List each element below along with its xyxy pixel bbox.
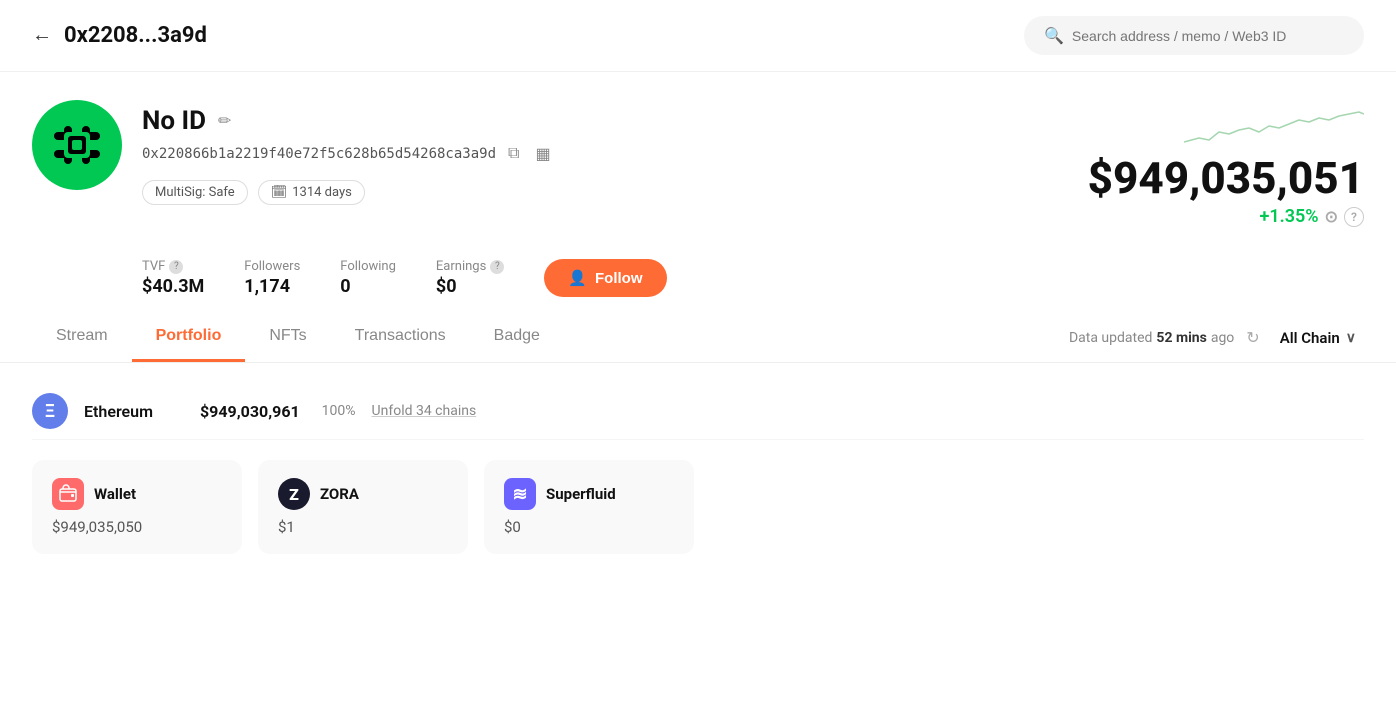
profile-address-row: 0x220866b1a2219f40e72f5c628b65d54268ca3a… xyxy=(142,142,555,166)
tab-nfts[interactable]: NFTs xyxy=(245,313,330,362)
profile-info: No ID ✏ 0x220866b1a2219f40e72f5c628b65d5… xyxy=(142,100,555,205)
tab-stream[interactable]: Stream xyxy=(32,313,132,362)
back-button[interactable]: ← xyxy=(32,24,52,47)
earnings-help-icon[interactable]: ? xyxy=(490,260,504,274)
data-updated-suffix: ago xyxy=(1211,330,1234,346)
calendar-icon: 🗓 xyxy=(271,185,288,200)
wallet-protocol-name: Wallet xyxy=(94,485,136,503)
portfolio-content: Ξ Ethereum $949,030,961 100% Unfold 34 c… xyxy=(0,363,1396,574)
edit-name-button[interactable]: ✏ xyxy=(214,109,235,133)
protocol-card-wallet: Wallet $949,035,050 xyxy=(32,460,242,554)
superfluid-protocol-name: Superfluid xyxy=(546,485,616,503)
chevron-down-icon: ∨ xyxy=(1346,330,1356,346)
stat-earnings-label: Earnings ? xyxy=(436,259,504,274)
tab-badge[interactable]: Badge xyxy=(470,313,564,362)
stat-tvf-value: $40.3M xyxy=(142,276,204,297)
chevron-down-circle-icon[interactable]: ⊙ xyxy=(1325,207,1338,226)
search-icon: 🔍 xyxy=(1044,26,1064,45)
chain-pct: 100% xyxy=(322,403,356,419)
qr-icon: ▦ xyxy=(535,146,550,163)
stat-earnings: Earnings ? $0 xyxy=(436,259,504,297)
copy-address-button[interactable]: ⧉ xyxy=(504,143,523,165)
stat-tvf: TVF ? $40.3M xyxy=(142,259,204,297)
total-value: $949,035,051 xyxy=(1088,156,1364,200)
protocol-card-superfluid: ≋ Superfluid $0 xyxy=(484,460,694,554)
value-change: +1.35% ⊙ ? xyxy=(1259,206,1364,227)
chain-name: Ethereum xyxy=(84,402,184,421)
data-updated: Data updated 52 mins ago xyxy=(1069,330,1234,346)
data-updated-prefix: Data updated xyxy=(1069,330,1152,346)
profile-name: No ID xyxy=(142,106,206,136)
zora-logo: Z xyxy=(278,478,310,510)
days-badge: 🗓 1314 days xyxy=(258,180,365,205)
follow-btn-label: Follow xyxy=(595,270,643,287)
refresh-icon[interactable]: ↻ xyxy=(1246,328,1259,347)
protocol-cards: Wallet $949,035,050 Z ZORA $1 ≋ Superflu… xyxy=(32,460,1364,554)
stat-following: Following 0 xyxy=(340,259,396,297)
tabs-section: Stream Portfolio NFTs Transactions Badge… xyxy=(0,313,1396,363)
tab-transactions[interactable]: Transactions xyxy=(331,313,470,362)
chain-selector-label: All Chain xyxy=(1280,329,1340,347)
zora-protocol-value: $1 xyxy=(278,518,448,536)
protocol-wallet-header: Wallet xyxy=(52,478,222,510)
stat-following-value: 0 xyxy=(340,276,396,297)
chain-row: Ξ Ethereum $949,030,961 100% Unfold 34 c… xyxy=(32,383,1364,440)
days-badge-label: 1314 days xyxy=(292,185,352,200)
protocol-superfluid-header: ≋ Superfluid xyxy=(504,478,674,510)
data-updated-mins: 52 mins xyxy=(1156,330,1206,346)
ethereum-logo: Ξ xyxy=(32,393,68,429)
badge-row: MultiSig: Safe 🗓 1314 days xyxy=(142,180,555,205)
search-input[interactable] xyxy=(1072,28,1344,44)
profile-section: No ID ✏ 0x220866b1a2219f40e72f5c628b65d5… xyxy=(0,72,1396,243)
search-bar: 🔍 xyxy=(1024,16,1364,55)
change-pct: +1.35% xyxy=(1259,206,1318,227)
help-icon[interactable]: ? xyxy=(1344,207,1364,227)
address-title: 0x2208...3a9d xyxy=(64,23,207,48)
stat-following-label: Following xyxy=(340,259,396,274)
zora-protocol-name: ZORA xyxy=(320,485,359,503)
stat-tvf-label: TVF ? xyxy=(142,259,204,274)
chain-selector[interactable]: All Chain ∨ xyxy=(1272,325,1364,351)
portfolio-value-section: $949,035,051 +1.35% ⊙ ? xyxy=(1088,100,1364,227)
profile-name-row: No ID ✏ xyxy=(142,106,555,136)
qr-code-button[interactable]: ▦ xyxy=(531,142,554,166)
avatar-inner xyxy=(32,100,122,190)
tabs-right: Data updated 52 mins ago ↻ All Chain ∨ xyxy=(1069,325,1364,351)
avatar xyxy=(32,100,122,190)
copy-icon: ⧉ xyxy=(508,145,519,162)
follow-person-icon: 👤 xyxy=(568,269,587,287)
mini-chart xyxy=(1184,110,1364,150)
profile-left: No ID ✏ 0x220866b1a2219f40e72f5c628b65d5… xyxy=(32,100,555,205)
edit-icon: ✏ xyxy=(218,113,231,130)
stats-row: TVF ? $40.3M Followers 1,174 Following 0… xyxy=(110,243,1396,313)
multisig-badge-label: MultiSig: Safe xyxy=(155,185,235,200)
wallet-logo xyxy=(52,478,84,510)
profile-address: 0x220866b1a2219f40e72f5c628b65d54268ca3a… xyxy=(142,146,496,162)
header-left: ← 0x2208...3a9d xyxy=(32,23,207,48)
follow-button[interactable]: 👤 Follow xyxy=(544,259,666,297)
wallet-protocol-value: $949,035,050 xyxy=(52,518,222,536)
multisig-badge: MultiSig: Safe xyxy=(142,180,248,205)
header: ← 0x2208...3a9d 🔍 xyxy=(0,0,1396,72)
stat-followers: Followers 1,174 xyxy=(244,259,300,297)
tabs: Stream Portfolio NFTs Transactions Badge xyxy=(32,313,564,362)
superfluid-protocol-value: $0 xyxy=(504,518,674,536)
unfold-chains-link[interactable]: Unfold 34 chains xyxy=(372,403,477,419)
tab-portfolio[interactable]: Portfolio xyxy=(132,313,246,362)
back-icon: ← xyxy=(32,24,52,47)
chain-value: $949,030,961 xyxy=(200,402,300,421)
superfluid-logo: ≋ xyxy=(504,478,536,510)
protocol-zora-header: Z ZORA xyxy=(278,478,448,510)
stat-followers-label: Followers xyxy=(244,259,300,274)
stat-followers-value: 1,174 xyxy=(244,276,300,297)
protocol-card-zora: Z ZORA $1 xyxy=(258,460,468,554)
stat-earnings-value: $0 xyxy=(436,276,504,297)
tvf-help-icon[interactable]: ? xyxy=(169,260,183,274)
